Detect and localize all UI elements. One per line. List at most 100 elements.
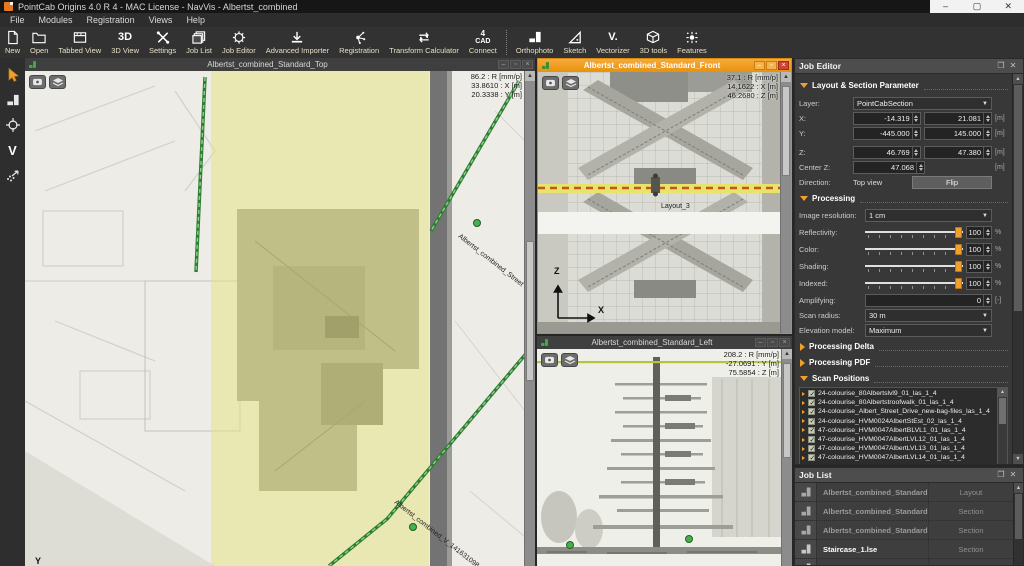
scroll-thumb[interactable] — [526, 241, 534, 381]
checkbox-checked[interactable] — [808, 390, 815, 397]
menu-file[interactable]: File — [3, 15, 32, 25]
job-row[interactable]: Albertst_combined_Standard Section — [795, 502, 1013, 521]
scan-position-item[interactable]: 47-colourise_HVM0047AlbertLVL13_01_las_1… — [801, 444, 995, 453]
viewport-top-canvas[interactable]: Albertst_combined_Street Albertst_combin… — [25, 71, 535, 566]
scan-position-item[interactable]: 47-colourise_HVM0047Albertblvl2_01_las_1… — [801, 463, 995, 465]
expand-caret-icon[interactable] — [802, 456, 805, 460]
section-layout-parameter[interactable]: Layout & Section Parameter — [799, 79, 1008, 92]
job-editor-header[interactable]: Job Editor ❐ ✕ — [795, 59, 1023, 74]
expand-caret-icon[interactable] — [802, 392, 805, 396]
spinner-arrows-icon[interactable] — [912, 113, 920, 124]
scroll-thumb[interactable] — [999, 398, 1006, 424]
pan-mode-button[interactable] — [542, 76, 559, 90]
close-button[interactable]: ✕ — [998, 0, 1018, 13]
spinner-arrows-icon[interactable] — [983, 128, 991, 139]
restore-button[interactable]: ▢ — [967, 0, 987, 13]
viewport-front-scrollbar[interactable]: ▲ — [780, 72, 791, 333]
transform-calculator-button[interactable]: Transform Calculator — [384, 27, 464, 55]
checkbox-checked[interactable] — [808, 427, 815, 434]
connect-button[interactable]: 4CAD Connect — [464, 27, 502, 55]
indexed-value[interactable]: 100 — [966, 277, 992, 290]
viewport-left-canvas[interactable]: 208.2 : R [mm/p] -27.0691 : Y [m] 75.585… — [537, 349, 792, 566]
viewport-minimize-button[interactable]: – — [754, 61, 765, 70]
scroll-thumb[interactable] — [782, 86, 790, 176]
x-min-field[interactable]: -14.319 — [853, 112, 921, 125]
viewport-top-scrollbar[interactable]: ▲ — [524, 71, 535, 566]
scroll-thumb[interactable] — [1015, 494, 1022, 539]
menu-modules[interactable]: Modules — [32, 15, 80, 25]
viewport-front-canvas[interactable]: Layout_3 Z X 37.1 : R [mm/p] 14.1622 : X… — [538, 72, 791, 333]
expand-caret-icon[interactable] — [802, 401, 805, 405]
section-crosshair-tool[interactable] — [4, 117, 22, 133]
select-cursor-tool[interactable] — [4, 67, 22, 83]
spinner-arrows-icon[interactable] — [983, 147, 991, 158]
scan-position-item[interactable]: 24-colourise_Albert_Street_Drive_new-bag… — [801, 407, 995, 416]
amplifying-field[interactable]: 0 — [865, 294, 992, 307]
viewport-left-titlebar[interactable]: Albertst_combined_Standard_Left – ▫ × — [537, 336, 792, 349]
scan-list-scrollbar[interactable]: ▲ ▼ — [997, 388, 1007, 464]
features-button[interactable]: Features — [672, 27, 712, 55]
checkbox-checked[interactable] — [808, 418, 815, 425]
viewport-left-scrollbar[interactable]: ▲ — [781, 349, 792, 566]
viewport-restore-button[interactable]: ▫ — [510, 60, 521, 69]
center-z-field[interactable]: 47.068 — [853, 161, 925, 174]
section-processing[interactable]: Processing — [799, 192, 1008, 205]
checkbox-checked[interactable] — [808, 445, 815, 452]
section-scan-positions[interactable]: Scan Positions — [799, 372, 1008, 385]
float-panel-icon[interactable]: ❐ — [995, 468, 1007, 482]
image-resolution-dropdown[interactable]: 1 cm▼ — [865, 209, 992, 222]
viewport-front-titlebar[interactable]: Albertst_combined_Standard_Front – ▫ × — [538, 59, 791, 72]
3d-tools-button[interactable]: 3D tools — [635, 27, 673, 55]
advanced-importer-button[interactable]: Advanced Importer — [261, 27, 334, 55]
scroll-up-icon[interactable]: ▲ — [781, 72, 791, 82]
viewport-close-button[interactable]: × — [779, 338, 790, 347]
viewport-top-titlebar[interactable]: Albertst_combined_Standard_Top – ▫ × — [25, 58, 535, 71]
expand-triangle-icon[interactable] — [800, 343, 805, 351]
orthophoto-tool[interactable] — [4, 92, 22, 108]
scan-position-item[interactable]: 24-colourise_80Albertstroofwalk_01_las_1… — [801, 398, 995, 407]
layer-dropdown[interactable]: PointCabSection▼ — [853, 97, 992, 110]
collapse-triangle-icon[interactable] — [800, 196, 808, 201]
shading-slider[interactable] — [865, 261, 963, 273]
spinner-arrows-icon[interactable] — [983, 113, 991, 124]
indexed-slider[interactable] — [865, 278, 963, 290]
job-row[interactable]: Albertst_combined_Standard Layout — [795, 483, 1013, 502]
viewport-restore-button[interactable]: ▫ — [766, 61, 777, 70]
job-row[interactable]: OG4.lse Layout — [795, 559, 1013, 565]
expand-caret-icon[interactable] — [802, 428, 805, 432]
close-panel-icon[interactable]: ✕ — [1007, 59, 1019, 73]
menu-help[interactable]: Help — [179, 15, 212, 25]
expand-caret-icon[interactable] — [802, 419, 805, 423]
new-button[interactable]: New — [0, 27, 25, 55]
y-min-field[interactable]: -445.000 — [853, 127, 921, 140]
scan-position-item[interactable]: 24-colourise_80Albertslvl9_01_las_1_4 — [801, 389, 995, 398]
expand-triangle-icon[interactable] — [800, 359, 805, 367]
expand-caret-icon[interactable] — [802, 410, 805, 414]
scroll-up-icon[interactable]: ▲ — [782, 349, 792, 359]
tabbed-view-button[interactable]: Tabbed View — [53, 27, 106, 55]
spinner-arrows-icon[interactable] — [916, 162, 924, 173]
scroll-up-icon[interactable]: ▲ — [525, 71, 535, 81]
reflectivity-value[interactable]: 100 — [966, 226, 992, 239]
scroll-down-icon[interactable]: ▼ — [1013, 454, 1023, 464]
spinner-arrows-icon[interactable] — [983, 244, 991, 255]
slider-handle[interactable] — [955, 244, 962, 255]
job-list-scrollbar[interactable]: ▲ — [1013, 483, 1023, 565]
3d-view-button[interactable]: 3D 3D View — [106, 27, 144, 55]
collapse-triangle-icon[interactable] — [800, 83, 808, 88]
checkbox-checked[interactable] — [808, 454, 815, 461]
x-max-field[interactable]: 21.081 — [924, 112, 992, 125]
job-list-button[interactable]: Job List — [181, 27, 217, 55]
scroll-up-icon[interactable]: ▲ — [998, 388, 1007, 397]
point-export-tool[interactable] — [4, 167, 22, 183]
elevation-model-dropdown[interactable]: Maximum▼ — [865, 324, 992, 337]
scan-position-item[interactable]: 47-colourise_HVM0047AlbertBLVL1_01_las_1… — [801, 426, 995, 435]
sketch-button[interactable]: Sketch — [558, 27, 591, 55]
flip-button[interactable]: Flip — [912, 176, 992, 189]
menu-registration[interactable]: Registration — [80, 15, 142, 25]
spinner-arrows-icon[interactable] — [912, 128, 920, 139]
section-processing-pdf[interactable]: Processing PDF — [799, 356, 1008, 369]
slider-handle[interactable] — [955, 261, 962, 272]
viewport-close-button[interactable]: × — [522, 60, 533, 69]
settings-button[interactable]: Settings — [144, 27, 181, 55]
